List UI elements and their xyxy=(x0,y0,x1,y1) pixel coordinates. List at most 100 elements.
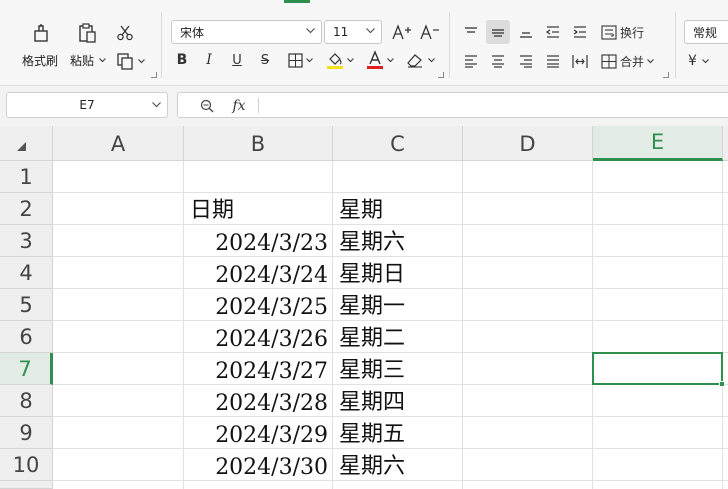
cell-b10[interactable]: 2024/3/30 xyxy=(184,449,332,481)
cell-b9[interactable]: 2024/3/29 xyxy=(184,417,332,449)
cell-b7[interactable]: 2024/3/27 xyxy=(184,353,332,385)
merge-button[interactable]: 合并 xyxy=(601,50,663,72)
cell-c3[interactable]: 星期六 xyxy=(333,225,462,257)
cell-b6[interactable]: 2024/3/26 xyxy=(184,321,332,353)
column-header-c[interactable]: C xyxy=(333,126,463,161)
align-middle-button[interactable] xyxy=(486,20,510,44)
cell-c9[interactable]: 星期五 xyxy=(333,417,462,449)
fill-color-dropdown-chevron[interactable] xyxy=(346,56,354,64)
row-header-7[interactable]: 7 xyxy=(0,353,53,385)
align-center-button[interactable] xyxy=(487,50,509,72)
align-top-button[interactable] xyxy=(460,21,482,43)
chevron-down-icon xyxy=(427,57,435,62)
align-left-button[interactable] xyxy=(460,50,482,72)
number-format-combo[interactable]: 常规 xyxy=(684,20,728,44)
cell-c6[interactable]: 星期二 xyxy=(333,321,462,353)
font-increase-icon xyxy=(392,24,411,40)
cell-c5[interactable]: 星期一 xyxy=(333,289,462,321)
column-header-e[interactable]: E xyxy=(593,126,723,161)
clear-dropdown-chevron[interactable] xyxy=(427,56,435,64)
italic-button[interactable]: I xyxy=(199,50,219,70)
fill-color-button[interactable] xyxy=(325,49,345,71)
ribbon-separator xyxy=(675,12,676,78)
align-justify-icon xyxy=(547,55,559,68)
currency-format-button[interactable]: ¥ xyxy=(688,50,724,72)
cell-b4[interactable]: 2024/3/24 xyxy=(184,257,332,289)
insert-function-button[interactable]: fx xyxy=(228,96,250,116)
chevron-down-icon xyxy=(152,102,161,108)
magnifier-icon xyxy=(200,99,214,113)
row-header-6[interactable]: 6 xyxy=(0,321,53,353)
alignment-group-launcher[interactable] xyxy=(663,72,669,78)
row-header-4[interactable]: 4 xyxy=(0,257,53,289)
align-top-icon xyxy=(465,27,477,33)
column-header-a[interactable]: A xyxy=(53,126,184,161)
row-header-11-partial[interactable] xyxy=(0,481,53,489)
fill-handle[interactable] xyxy=(719,381,725,387)
zoom-formula-button[interactable] xyxy=(198,97,216,115)
font-size-combo[interactable]: 11 xyxy=(324,20,382,44)
formula-divider xyxy=(258,98,259,113)
row-header-10[interactable]: 10 xyxy=(0,449,53,481)
chevron-down-icon xyxy=(305,57,313,62)
cell-c2[interactable]: 星期 xyxy=(333,193,462,225)
format-painter-button[interactable] xyxy=(28,20,54,46)
decrease-font-size-button[interactable] xyxy=(418,21,442,43)
strikethrough-button[interactable]: S xyxy=(255,50,275,70)
column-header-d[interactable]: D xyxy=(463,126,593,161)
copy-button[interactable] xyxy=(114,50,136,72)
wrap-text-icon xyxy=(601,24,617,40)
row-header-2[interactable]: 2 xyxy=(0,193,53,225)
paste-button[interactable] xyxy=(74,20,100,46)
select-all-button[interactable] xyxy=(0,126,53,161)
paste-dropdown-chevron[interactable] xyxy=(98,55,106,65)
cell-b2[interactable]: 日期 xyxy=(184,193,332,225)
brush-icon xyxy=(34,24,48,42)
font-group-launcher[interactable] xyxy=(438,72,444,78)
align-bottom-button[interactable] xyxy=(515,21,537,43)
cell-c8[interactable]: 星期四 xyxy=(333,385,462,417)
increase-font-size-button[interactable] xyxy=(390,21,414,43)
wrap-text-label: 换行 xyxy=(620,25,645,40)
align-center-icon xyxy=(492,55,504,68)
borders-button[interactable] xyxy=(285,50,305,70)
font-color-button[interactable] xyxy=(365,49,385,71)
cell-b5[interactable]: 2024/3/25 xyxy=(184,289,332,321)
merge-cells-icon xyxy=(601,53,617,69)
cell-b8[interactable]: 2024/3/28 xyxy=(184,385,332,417)
ribbon-toolbar: 格式刷 粘贴 宋体 11 B I U S 换行 合并 常规 ¥ xyxy=(0,0,728,86)
wrap-text-button[interactable]: 换行 xyxy=(601,21,651,43)
decrease-indent-button[interactable] xyxy=(542,21,564,43)
distributed-align-button[interactable] xyxy=(569,50,591,72)
font-color-dropdown-chevron[interactable] xyxy=(386,56,394,64)
underline-button[interactable]: U xyxy=(227,50,247,70)
row-header-5[interactable]: 5 xyxy=(0,289,53,321)
borders-dropdown-chevron[interactable] xyxy=(305,56,313,64)
active-cell-e7[interactable] xyxy=(592,352,723,385)
chevron-down-icon xyxy=(386,57,394,62)
increase-indent-button[interactable] xyxy=(569,21,591,43)
align-right-icon xyxy=(520,55,532,68)
font-color-icon xyxy=(367,50,383,69)
cell-b3[interactable]: 2024/3/23 xyxy=(184,225,332,257)
align-right-button[interactable] xyxy=(515,50,537,72)
cell-c10[interactable]: 星期六 xyxy=(333,449,462,481)
bold-button[interactable]: B xyxy=(172,50,192,70)
copy-dropdown-chevron[interactable] xyxy=(137,56,145,66)
justify-button[interactable] xyxy=(542,50,564,72)
font-name-combo[interactable]: 宋体 xyxy=(171,20,322,44)
name-box[interactable]: E7 xyxy=(6,92,168,118)
cell-c7[interactable]: 星期三 xyxy=(333,353,462,385)
cell-c4[interactable]: 星期日 xyxy=(333,257,462,289)
clear-format-button[interactable] xyxy=(405,50,425,70)
row-header-1[interactable]: 1 xyxy=(0,161,53,193)
row-header-9[interactable]: 9 xyxy=(0,417,53,449)
spreadsheet-app: 格式刷 粘贴 宋体 11 B I U S 换行 合并 常规 ¥ E7 fx A … xyxy=(0,0,728,489)
formula-input[interactable]: fx xyxy=(177,92,728,118)
cut-button[interactable] xyxy=(114,22,136,44)
row-header-8[interactable]: 8 xyxy=(0,385,53,417)
clipboard-group-launcher[interactable] xyxy=(151,72,157,78)
font-name-value: 宋体 xyxy=(180,25,205,40)
row-header-3[interactable]: 3 xyxy=(0,225,53,257)
column-header-b[interactable]: B xyxy=(184,126,333,161)
